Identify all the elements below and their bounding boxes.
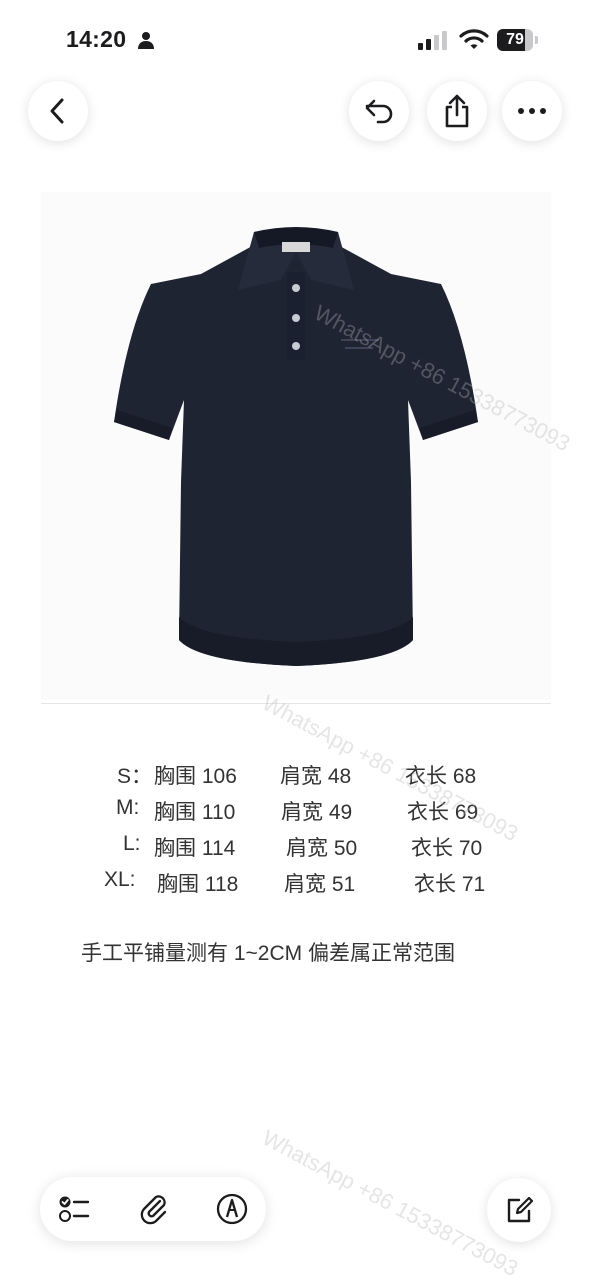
shoulder-value: 肩宽 48 [280, 765, 352, 788]
size-row: S： 胸围 106 肩宽 48 衣长 68 [0, 760, 591, 796]
paperclip-icon[interactable] [138, 1193, 170, 1225]
measurement-note: 手工平铺量测有 1~2CM 偏差属正常范围 [81, 942, 455, 965]
status-time: 14:20 [66, 26, 127, 52]
size-label: S： [117, 765, 153, 788]
product-image [41, 192, 551, 700]
chest-value: 胸围 110 [154, 801, 236, 824]
share-button[interactable] [427, 81, 487, 141]
size-label: L: [123, 832, 141, 855]
length-value: 衣长 70 [411, 837, 483, 860]
shoulder-value: 肩宽 51 [284, 873, 356, 896]
shoulder-value: 肩宽 50 [286, 837, 358, 860]
back-button[interactable] [28, 81, 88, 141]
ellipsis-icon [518, 108, 546, 114]
size-label: M: [116, 796, 140, 819]
status-bar: 14:20 79 [0, 0, 591, 80]
chest-value: 胸围 114 [154, 837, 236, 860]
length-value: 衣长 71 [414, 873, 486, 896]
compose-icon [507, 1196, 534, 1223]
share-icon [445, 94, 469, 128]
chest-value: 胸围 106 [154, 765, 237, 788]
size-label: XL: [104, 868, 136, 891]
battery-indicator: 79 [497, 29, 541, 51]
checklist-icon[interactable] [58, 1193, 90, 1225]
undo-button[interactable] [349, 81, 409, 141]
polo-shirt-illustration [114, 227, 478, 666]
shoulder-value: 肩宽 49 [281, 801, 353, 824]
bottom-toolbar [40, 1177, 266, 1241]
chevron-left-icon [50, 98, 64, 124]
size-row: XL: 胸围 118 肩宽 51 衣长 71 [0, 868, 591, 904]
undo-icon [365, 99, 393, 124]
wifi-icon [459, 29, 489, 49]
cellular-signal-icon [418, 31, 447, 50]
watermark: WhatsApp +86 15338773093 [258, 1125, 523, 1282]
person-icon [138, 32, 154, 49]
compose-button[interactable] [487, 1178, 551, 1242]
battery-percent: 79 [506, 31, 524, 48]
chest-value: 胸围 118 [157, 873, 239, 896]
more-button[interactable] [502, 81, 562, 141]
markup-pen-icon[interactable] [216, 1193, 248, 1225]
